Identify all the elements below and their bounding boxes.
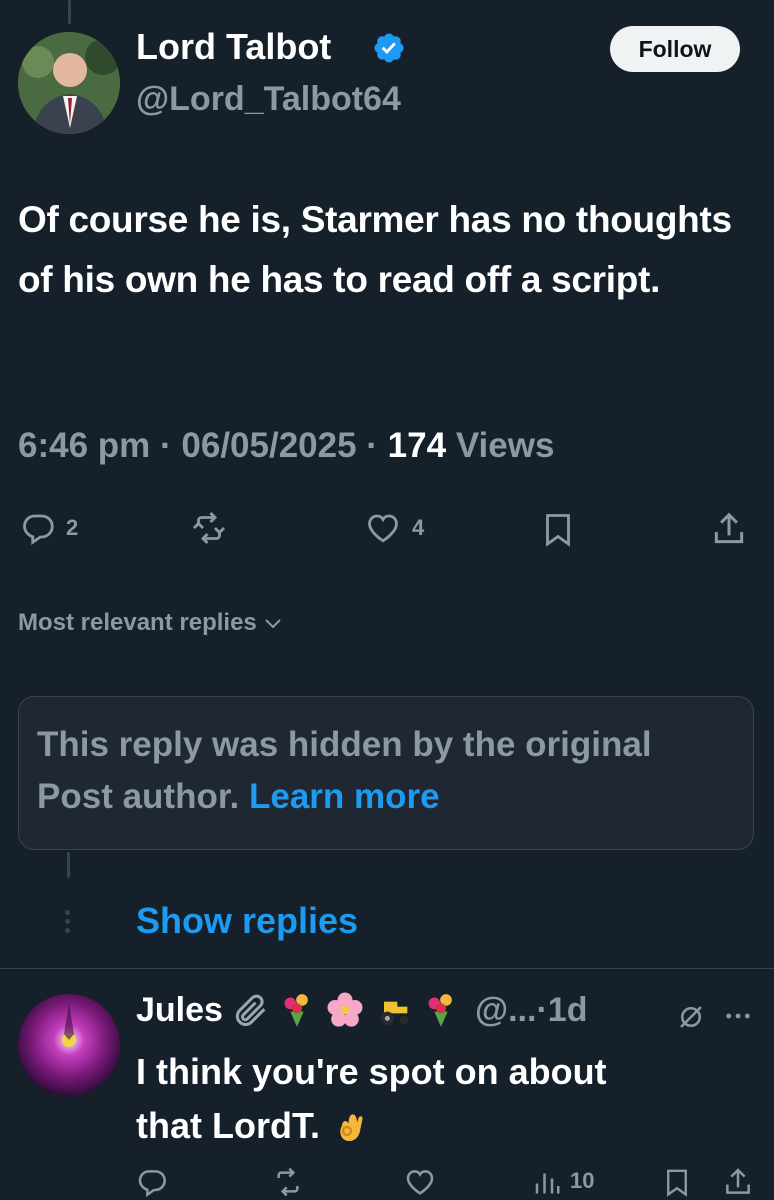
bookmark-icon	[662, 1166, 692, 1198]
repost-icon	[272, 1166, 304, 1198]
reply-count: 2	[66, 515, 79, 540]
reply-share-action[interactable]	[722, 1166, 754, 1198]
analytics-icon	[532, 1166, 562, 1196]
paperclip-icon	[231, 990, 271, 1030]
tweet-meta: 6:46 pm · 06/05/2025 · 174 Views	[18, 426, 554, 466]
like-count: 4	[412, 515, 425, 540]
bouquet-icon	[421, 990, 461, 1030]
reply-meta-separator: ·	[536, 990, 548, 1029]
bookmark-icon	[540, 510, 576, 548]
bookmark-action[interactable]	[540, 510, 576, 548]
share-action[interactable]	[710, 510, 748, 548]
author-handle[interactable]: @Lord_Talbot64	[136, 80, 401, 119]
grok-icon[interactable]	[676, 1002, 706, 1032]
reply-views-count: 10	[570, 1168, 595, 1193]
reply-text-line-1: I think you're spot on about	[136, 1051, 607, 1092]
meta-separator: ·	[356, 426, 388, 465]
tweet-time[interactable]: 6:46 pm	[18, 426, 150, 465]
reply-like-action[interactable]	[404, 1166, 436, 1198]
reply-time[interactable]: 1d	[548, 991, 588, 1030]
cherry-blossom-icon	[325, 990, 365, 1030]
reply-sort-selector[interactable]: Most relevant replies	[18, 609, 285, 637]
reply-text-line-2: that LordT.	[136, 1099, 756, 1153]
reply-divider	[0, 968, 774, 969]
tractor-icon	[373, 990, 415, 1030]
reply-views-action[interactable]: 10	[532, 1166, 594, 1196]
author-display-name[interactable]: Lord Talbot	[136, 26, 331, 68]
ok-hand-icon	[332, 1106, 372, 1146]
reply-reply-action[interactable]	[136, 1166, 168, 1198]
tweet-date[interactable]: 06/05/2025	[181, 426, 356, 465]
repost-action[interactable]	[190, 510, 228, 546]
more-options-icon[interactable]	[722, 1000, 754, 1032]
thread-line-top	[68, 0, 71, 24]
learn-more-link[interactable]: Learn more	[249, 777, 440, 816]
reply-text-line-2-text: that LordT.	[136, 1105, 320, 1146]
share-icon	[710, 510, 748, 548]
reply-icon	[136, 1166, 168, 1198]
author-avatar[interactable]	[18, 32, 120, 134]
reply-display-name[interactable]: Jules	[136, 991, 223, 1030]
like-action[interactable]: 4	[364, 510, 424, 546]
views-label: Views	[455, 426, 555, 465]
bouquet-icon	[277, 990, 317, 1030]
reply-text: I think you're spot on about that LordT.	[136, 1045, 756, 1153]
reply-bookmark-action[interactable]	[662, 1166, 692, 1198]
follow-button[interactable]: Follow	[610, 26, 740, 72]
thread-dots	[65, 910, 71, 933]
reply-sort-label: Most relevant replies	[18, 609, 257, 636]
heart-icon	[404, 1166, 436, 1198]
thread-line-middle	[67, 852, 70, 878]
reply-action[interactable]: 2	[20, 510, 78, 546]
heart-icon	[364, 510, 402, 546]
chevron-down-icon	[261, 611, 285, 635]
reply-repost-action[interactable]	[272, 1166, 304, 1198]
verified-badge-icon	[372, 31, 406, 65]
show-replies-link[interactable]: Show replies	[136, 900, 358, 942]
views-count: 174	[387, 426, 447, 465]
reply-icon	[20, 510, 56, 546]
reply-avatar[interactable]	[18, 994, 120, 1096]
meta-separator: ·	[150, 426, 182, 465]
reply-header: Jules @... · 1d	[136, 990, 587, 1030]
share-icon	[722, 1166, 754, 1198]
tweet-text: Of course he is, Starmer has no thoughts…	[18, 199, 732, 300]
repost-icon	[190, 510, 228, 546]
hidden-reply-notice: This reply was hidden by the original Po…	[18, 696, 754, 850]
reply-handle[interactable]: @...	[475, 991, 537, 1030]
